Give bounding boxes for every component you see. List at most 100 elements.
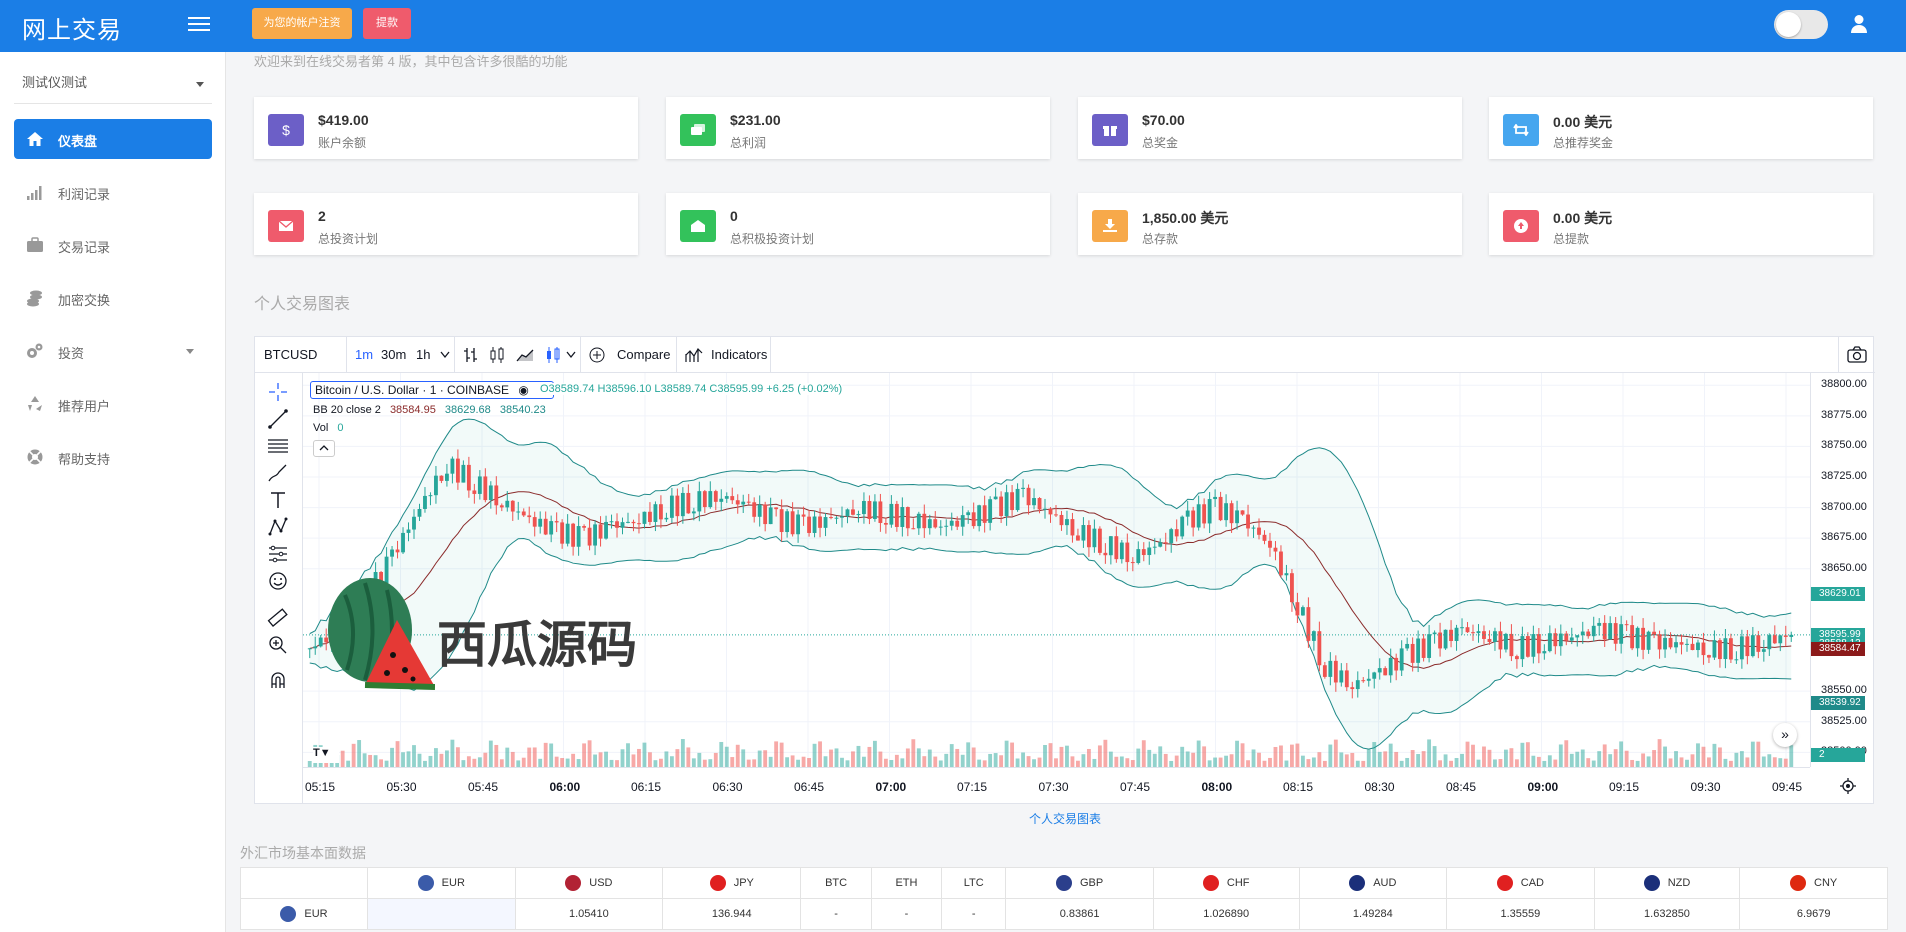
sidebar-item-help-support[interactable]: 帮助支持 [14, 437, 212, 477]
account-select-value: 测试仪测试 [22, 75, 88, 90]
volume-bar [927, 749, 932, 767]
fib-retracement-icon[interactable] [267, 435, 289, 457]
candle-body [1218, 496, 1223, 521]
forex-col-btc: BTC [800, 867, 872, 899]
candle-body [1004, 492, 1009, 517]
volume-bar [675, 749, 680, 767]
compare-button[interactable]: Compare [617, 337, 670, 373]
plus-circle-icon[interactable] [589, 347, 605, 363]
pattern-icon[interactable] [267, 516, 289, 538]
chart-legend-title[interactable]: Bitcoin / U.S. Dollar · 1 · COINBASE ◉ •… [310, 381, 554, 399]
brush-icon[interactable] [267, 462, 289, 484]
volume-bar [340, 750, 345, 767]
interval-1h[interactable]: 1h [416, 337, 430, 373]
area-chart-icon[interactable] [516, 346, 534, 364]
sidebar-item-trade-records[interactable]: 交易记录 [14, 225, 212, 265]
candle-body [1147, 547, 1152, 556]
volume-bar [1130, 760, 1135, 767]
eye-icon[interactable]: ◉ [518, 383, 528, 397]
volume-bar [549, 743, 554, 767]
volume-bar [1213, 757, 1218, 767]
price-plot[interactable] [303, 373, 1810, 767]
sidebar-item-investment[interactable]: 投资 [14, 331, 212, 371]
volume-bar [1032, 759, 1036, 767]
collapse-legend-button[interactable] [313, 440, 335, 457]
candle-body [1619, 624, 1624, 644]
volume-bar [477, 757, 482, 767]
volume-bar [1152, 753, 1157, 767]
cogs-icon [27, 343, 43, 358]
volume-bar [598, 752, 603, 767]
candle-body [1772, 635, 1777, 644]
volume-bar [571, 753, 576, 767]
theme-toggle[interactable] [1774, 10, 1828, 39]
candle-body [538, 518, 543, 527]
heikin-ashi-icon[interactable] [545, 346, 561, 364]
volume-bar [1504, 749, 1508, 767]
bar-style-icon[interactable] [463, 346, 479, 364]
volume-bar [450, 739, 455, 767]
price-axis[interactable]: 38800.00 38775.00 38750.00 38725.00 38700.00… [1810, 373, 1874, 767]
watermelon-logo-icon [328, 578, 436, 690]
stat-label: 总利润 [730, 136, 767, 150]
volume-bar [1196, 740, 1201, 767]
account-select[interactable]: 测试仪测试 [14, 66, 212, 104]
trend-line-icon[interactable] [267, 408, 289, 430]
candle-body [560, 522, 565, 544]
tradingview-logo-icon[interactable]: T▼ [313, 747, 339, 763]
candle-body [785, 511, 790, 533]
sidebar-item-referrals[interactable]: 推荐用户 [14, 384, 212, 424]
download-icon [1092, 210, 1128, 242]
candle-body [1092, 528, 1097, 548]
zoom-in-icon[interactable] [267, 634, 289, 656]
volume-bar [1514, 759, 1519, 767]
flag-eur-icon [280, 906, 297, 922]
candle-body [1707, 655, 1711, 658]
volume-bar [1377, 751, 1382, 767]
time-axis[interactable]: 05:15 05:30 05:45 06:00 06:15 06:30 06:45 07:00… [303, 767, 1810, 805]
crosshair-icon[interactable] [267, 381, 289, 403]
table-cell: 0.83861 [1005, 898, 1154, 930]
volume-bar [1701, 746, 1706, 767]
table-cell [367, 898, 516, 930]
indicators-icon[interactable] [685, 347, 703, 363]
smiley-icon[interactable] [267, 570, 289, 592]
deposit-button[interactable]: 为您的帐户注资 [252, 8, 352, 39]
chart-link[interactable]: 个人交易图表 [1029, 810, 1101, 827]
sidebar-item-crypto-exchange[interactable]: 加密交换 [14, 278, 212, 318]
volume-bar [911, 739, 916, 767]
withdraw-button[interactable]: 提款 [363, 8, 411, 39]
volume-bar [977, 759, 982, 767]
candle-body [1048, 508, 1053, 515]
chevron-down-icon[interactable] [566, 351, 576, 359]
interval-30m[interactable]: 30m [381, 337, 406, 373]
candles-icon[interactable] [489, 346, 505, 364]
interval-1m[interactable]: 1m [355, 337, 373, 373]
prediction-icon[interactable] [267, 543, 289, 565]
menu-toggle-icon[interactable] [188, 13, 210, 33]
candle-body [1652, 631, 1656, 635]
volume-bar [1235, 740, 1239, 767]
brand-title[interactable]: 网上交易 [22, 10, 122, 45]
magnet-icon[interactable] [267, 669, 289, 691]
indicators-button[interactable]: Indicators [711, 337, 767, 373]
candle-body [313, 646, 318, 649]
volume-bar [1246, 760, 1250, 767]
chevron-down-icon[interactable] [440, 351, 450, 359]
candle-body [702, 491, 707, 508]
volume-bar [1696, 743, 1700, 767]
sidebar-item-dashboard[interactable]: 仪表盘 [14, 119, 212, 159]
volume-bar [1273, 746, 1278, 767]
price-marker-label: 38584.47 [1811, 641, 1865, 656]
price-tick-label: 38675.00 [1821, 531, 1867, 544]
ruler-icon[interactable] [267, 607, 289, 629]
user-icon[interactable] [1850, 14, 1868, 34]
symbol-search[interactable]: BTCUSD [264, 337, 317, 373]
sidebar-item-profit-records[interactable]: 利润记录 [14, 172, 212, 212]
volume-bar [691, 758, 696, 767]
camera-icon[interactable] [1847, 346, 1867, 364]
text-tool-icon[interactable] [267, 489, 289, 511]
scroll-to-realtime-button[interactable]: » [1773, 723, 1797, 747]
settings-icon[interactable] [1839, 777, 1857, 795]
forex-col-eur: EUR [367, 867, 516, 899]
